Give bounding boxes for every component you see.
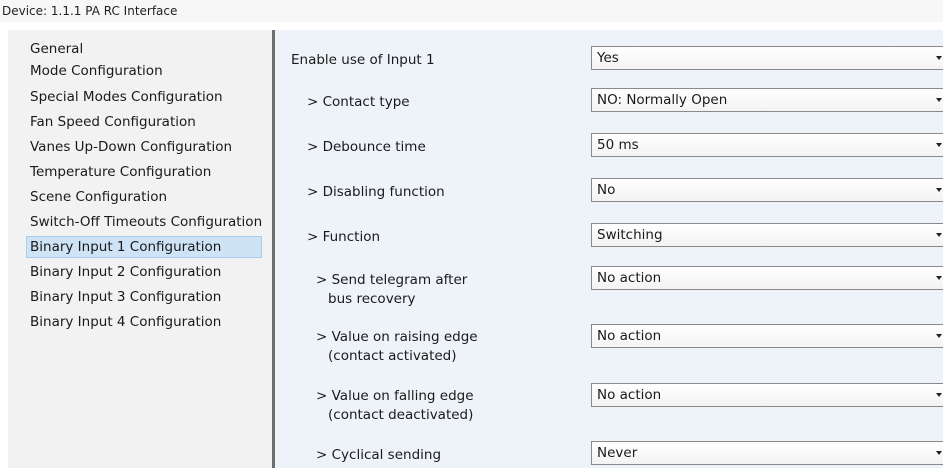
sidebar-item-binary-input-4-configuration[interactable]: Binary Input 4 Configuration bbox=[26, 311, 262, 333]
sidebar-item-binary-input-1-configuration[interactable]: Binary Input 1 Configuration bbox=[26, 236, 262, 258]
contact-type-dropdown[interactable]: NO: Normally Open bbox=[591, 88, 943, 112]
dropdown-value: No action bbox=[597, 387, 662, 403]
chevron-down-icon bbox=[936, 393, 942, 397]
dropdown-value: No bbox=[597, 182, 616, 198]
sidebar-item-switch-off-timeouts-configuration[interactable]: Switch-Off Timeouts Configuration bbox=[26, 211, 262, 233]
param-label-raising-edge-line2: (contact activated) bbox=[328, 348, 457, 364]
dropdown-value: No action bbox=[597, 270, 662, 286]
dropdown-value: 50 ms bbox=[597, 137, 639, 153]
debounce-time-dropdown[interactable]: 50 ms bbox=[591, 133, 943, 157]
param-label-disabling-function: > Disabling function bbox=[307, 184, 445, 200]
sidebar-item-temperature-configuration[interactable]: Temperature Configuration bbox=[26, 161, 262, 183]
dropdown-value: Switching bbox=[597, 227, 663, 243]
enable-input-dropdown[interactable]: Yes bbox=[591, 46, 943, 70]
raising-edge-dropdown[interactable]: No action bbox=[591, 324, 943, 348]
function-dropdown[interactable]: Switching bbox=[591, 223, 943, 247]
param-label-send-telegram-line2: bus recovery bbox=[328, 291, 416, 307]
dropdown-value: Yes bbox=[597, 50, 619, 66]
dropdown-value: No action bbox=[597, 328, 662, 344]
cyclical-sending-dropdown[interactable]: Never bbox=[591, 441, 943, 465]
chevron-down-icon bbox=[936, 276, 942, 280]
param-label-falling-edge-line1: > Value on falling edge bbox=[316, 388, 474, 404]
param-label-contact-type: > Contact type bbox=[307, 94, 410, 110]
param-label-function: > Function bbox=[307, 229, 381, 245]
param-label-cyclical-sending: > Cyclical sending bbox=[316, 447, 442, 463]
falling-edge-dropdown[interactable]: No action bbox=[591, 383, 943, 407]
chevron-down-icon bbox=[936, 233, 942, 237]
param-label-falling-edge-line2: (contact deactivated) bbox=[328, 407, 474, 423]
dropdown-value: Never bbox=[597, 445, 638, 461]
param-label-send-telegram-line1: > Send telegram after bbox=[316, 272, 468, 288]
chevron-down-icon bbox=[936, 56, 942, 60]
sidebar-item-scene-configuration[interactable]: Scene Configuration bbox=[26, 186, 262, 208]
sidebar-item-binary-input-3-configuration[interactable]: Binary Input 3 Configuration bbox=[26, 286, 262, 308]
chevron-down-icon bbox=[936, 143, 942, 147]
send-telegram-dropdown[interactable]: No action bbox=[591, 266, 943, 290]
param-label-raising-edge-line1: > Value on raising edge bbox=[316, 329, 478, 345]
chevron-down-icon bbox=[936, 98, 942, 102]
param-label-debounce-time: > Debounce time bbox=[307, 139, 426, 155]
sidebar-item-general[interactable]: General bbox=[26, 38, 262, 60]
param-label-enable-input: Enable use of Input 1 bbox=[291, 52, 435, 68]
chevron-down-icon bbox=[936, 188, 942, 192]
sidebar-item-vanes-up-down-configuration[interactable]: Vanes Up-Down Configuration bbox=[26, 136, 262, 158]
sidebar-item-special-modes-configuration[interactable]: Special Modes Configuration bbox=[26, 86, 262, 108]
disabling-function-dropdown[interactable]: No bbox=[591, 178, 943, 202]
chevron-down-icon bbox=[936, 334, 942, 338]
window-title: Device: 1.1.1 PA RC Interface bbox=[0, 0, 943, 22]
sidebar-item-fan-speed-configuration[interactable]: Fan Speed Configuration bbox=[26, 111, 262, 133]
chevron-down-icon bbox=[936, 451, 942, 455]
sidebar-item-mode-configuration[interactable]: Mode Configuration bbox=[26, 60, 262, 82]
dropdown-value: NO: Normally Open bbox=[597, 92, 728, 108]
sidebar-item-binary-input-2-configuration[interactable]: Binary Input 2 Configuration bbox=[26, 261, 262, 283]
